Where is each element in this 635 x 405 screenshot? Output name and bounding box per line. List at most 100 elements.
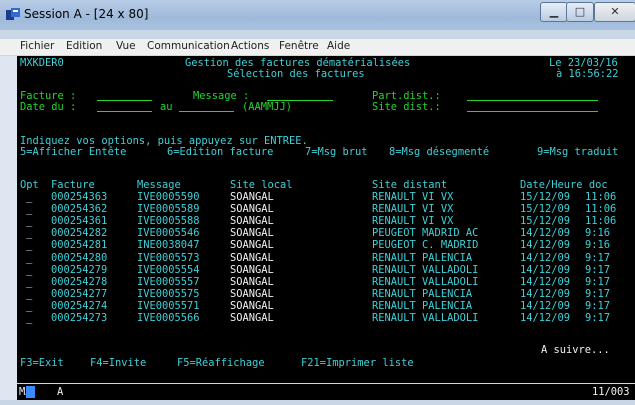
fkey-exit[interactable]: F3=Exit bbox=[20, 358, 64, 369]
more-indicator: A suivre... bbox=[541, 344, 610, 356]
window-title: Session A - [24 x 80] bbox=[24, 7, 149, 21]
row-facture: 000254279 bbox=[51, 263, 108, 276]
terminal-screen[interactable]: MXKDER0 Gestion des factures dématériali… bbox=[17, 56, 635, 383]
sitedist-input[interactable] bbox=[467, 111, 598, 112]
row-time: 9:17 bbox=[585, 275, 611, 288]
sitedist-label: Site dist.: bbox=[372, 101, 441, 113]
row-site-local: SOANGAL bbox=[230, 299, 274, 312]
maximize-icon: □ bbox=[574, 5, 586, 18]
partdist-input[interactable] bbox=[467, 100, 598, 101]
option-7: 7=Msg brut bbox=[305, 146, 368, 158]
row-date: 14/12/09 bbox=[520, 227, 571, 240]
menu-vue[interactable]: Vue bbox=[116, 40, 136, 52]
message-label: Message : bbox=[193, 90, 250, 102]
row-facture: 000254362 bbox=[51, 203, 108, 216]
date-format-hint: (AAMMJJ) bbox=[242, 101, 293, 113]
row-site-distant: RENAULT VALLADOLI bbox=[372, 263, 479, 276]
date-from-input[interactable] bbox=[97, 111, 152, 112]
row-date: 14/12/09 bbox=[520, 312, 571, 324]
date-to-input[interactable] bbox=[179, 111, 234, 112]
text-cursor bbox=[26, 386, 35, 398]
row-date: 14/12/09 bbox=[520, 263, 571, 276]
row-facture: 000254281 bbox=[51, 239, 108, 252]
row-message: IVE0005589 bbox=[137, 203, 200, 216]
status-mode: A bbox=[57, 386, 64, 398]
row-site-local: SOANGAL bbox=[230, 263, 274, 276]
row-message: INE0038047 bbox=[137, 239, 200, 252]
row-facture: 000254273 bbox=[51, 312, 108, 324]
cursor-position: 11/003 bbox=[592, 386, 630, 398]
row-site-distant: RENAULT VI VX bbox=[372, 203, 454, 216]
row-facture: 000254274 bbox=[51, 299, 108, 312]
option-9: 9=Msg traduit bbox=[537, 146, 619, 158]
au-label: au bbox=[160, 101, 173, 113]
row-option-input[interactable]: _ bbox=[26, 240, 32, 251]
row-site-local: SOANGAL bbox=[230, 191, 274, 203]
menu-fichier[interactable]: Fichier bbox=[20, 40, 54, 52]
menu-aide[interactable]: Aide bbox=[327, 40, 350, 52]
row-time: 9:16 bbox=[585, 239, 611, 252]
maximize-button[interactable]: □ bbox=[566, 2, 594, 22]
row-site-local: SOANGAL bbox=[230, 215, 274, 228]
row-time: 9:17 bbox=[585, 263, 611, 276]
row-date: 15/12/09 bbox=[520, 203, 571, 216]
option-5: 5=Afficher Entête bbox=[20, 146, 127, 158]
row-site-distant: RENAULT VALLADOLI bbox=[372, 275, 479, 288]
option-8: 8=Msg désegmenté bbox=[389, 146, 490, 158]
header-time: à 16:56:22 bbox=[556, 68, 619, 80]
close-button[interactable]: ✕ bbox=[594, 2, 635, 22]
row-option-input[interactable]: _ bbox=[26, 264, 32, 276]
row-option-input[interactable]: _ bbox=[26, 300, 32, 312]
row-message: IVE0005557 bbox=[137, 275, 200, 288]
minimize-icon: ▁ bbox=[549, 5, 559, 18]
row-site-local: SOANGAL bbox=[230, 203, 274, 216]
row-site-distant: RENAULT VALLADOLI bbox=[372, 312, 479, 324]
col-header-message: Message bbox=[137, 179, 181, 191]
menu-actions[interactable]: Actions bbox=[231, 40, 269, 52]
row-site-local: SOANGAL bbox=[230, 287, 274, 300]
row-option-input[interactable]: _ bbox=[26, 252, 32, 264]
row-option-input[interactable]: _ bbox=[26, 288, 32, 300]
row-site-local: SOANGAL bbox=[230, 312, 274, 324]
row-facture: 000254278 bbox=[51, 275, 108, 288]
row-message: IVE0005588 bbox=[137, 215, 200, 228]
menu-edition[interactable]: Edition bbox=[66, 40, 102, 52]
row-site-distant: RENAULT VI VX bbox=[372, 191, 454, 203]
row-site-distant: PEUGEOT C. MADRID bbox=[372, 239, 479, 252]
menu-communication[interactable]: Communication bbox=[147, 40, 230, 52]
minimize-button[interactable]: ▁ bbox=[540, 2, 568, 22]
row-site-local: SOANGAL bbox=[230, 227, 274, 240]
facture-input[interactable] bbox=[97, 100, 152, 101]
row-site-distant: RENAULT VI VX bbox=[372, 215, 454, 228]
row-option-input[interactable]: _ bbox=[26, 276, 32, 288]
row-site-local: SOANGAL bbox=[230, 251, 274, 264]
menu-fenetre[interactable]: Fenêtre bbox=[279, 40, 319, 52]
row-site-distant: PEUGEOT MADRID AC bbox=[372, 227, 479, 240]
row-option-input[interactable]: _ bbox=[26, 192, 32, 203]
row-option-input[interactable]: _ bbox=[26, 204, 32, 215]
title-bar[interactable]: Session A - [24 x 80] ▁ □ ✕ bbox=[0, 0, 635, 30]
row-message: IVE0005590 bbox=[137, 191, 200, 203]
row-time: 9:17 bbox=[585, 287, 611, 300]
window-left-frame bbox=[0, 56, 17, 400]
row-date: 14/12/09 bbox=[520, 239, 571, 252]
row-option-input[interactable]: _ bbox=[26, 228, 32, 239]
row-facture: 000254363 bbox=[51, 191, 108, 203]
row-option-input[interactable]: _ bbox=[26, 216, 32, 227]
fkey-invite[interactable]: F4=Invite bbox=[90, 358, 146, 369]
row-option-input[interactable]: _ bbox=[26, 313, 32, 324]
row-message: IVE0005571 bbox=[137, 299, 200, 312]
row-facture: 000254282 bbox=[51, 227, 108, 240]
app-window: Session A - [24 x 80] ▁ □ ✕ Fichier Edit… bbox=[0, 0, 635, 405]
screen-subtitle: Sélection des factures bbox=[227, 68, 365, 80]
fkey-print-list[interactable]: F21=Imprimer liste bbox=[301, 358, 414, 369]
row-date: 15/12/09 bbox=[520, 191, 571, 203]
col-header-date: Date/Heure doc bbox=[520, 179, 608, 191]
fkey-refresh[interactable]: F5=Réaffichage bbox=[177, 358, 265, 369]
row-message: IVE0005573 bbox=[137, 251, 200, 264]
row-site-local: SOANGAL bbox=[230, 275, 274, 288]
row-site-distant: RENAULT PALENCIA bbox=[372, 287, 473, 300]
close-icon: ✕ bbox=[610, 5, 620, 18]
col-header-opt: Opt bbox=[20, 179, 39, 191]
row-time: 11:06 bbox=[585, 215, 617, 228]
